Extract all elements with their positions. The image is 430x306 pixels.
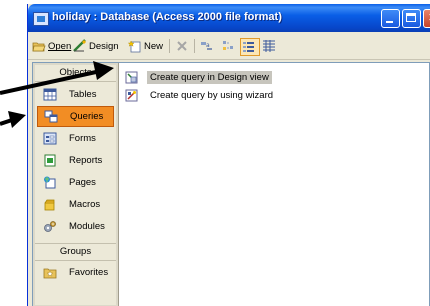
delete-icon — [177, 41, 187, 51]
nav-item-label: Pages — [69, 177, 96, 188]
open-button[interactable]: Open — [32, 38, 71, 54]
nav-item-tables[interactable]: Tables — [37, 84, 114, 105]
database-window: holiday : Database (Access 2000 file for… — [27, 4, 430, 306]
objects-bar-panel: Objects Tables Queries Forms Reports Pag… — [35, 65, 116, 305]
design-view-query-icon — [125, 71, 138, 83]
new-button[interactable]: New — [128, 38, 163, 54]
design-icon — [73, 39, 86, 52]
nav-item-label: Modules — [69, 221, 105, 232]
objects-header[interactable]: Objects — [35, 65, 116, 82]
arrow-to-queries — [0, 111, 26, 128]
page-icon — [44, 176, 56, 189]
maximize-icon — [406, 13, 416, 22]
design-button[interactable]: Design — [73, 38, 119, 54]
new-label: New — [144, 40, 164, 52]
nav-item-label: Forms — [69, 133, 96, 144]
macro-icon — [44, 199, 55, 211]
toolbar-separator — [194, 39, 195, 53]
small-icons-button[interactable] — [221, 38, 237, 54]
window-title: holiday : Database (Access 2000 file for… — [52, 11, 282, 23]
maximize-button[interactable] — [402, 9, 421, 28]
list-view-button[interactable] — [240, 38, 260, 56]
open-label: Open — [48, 40, 72, 52]
favorites-folder-icon — [43, 268, 57, 279]
new-object-icon — [128, 40, 141, 53]
large-icons-button[interactable]: a — [199, 38, 215, 54]
report-icon — [44, 154, 56, 167]
nav-item-macros[interactable]: Macros — [37, 194, 114, 215]
wizard-query-icon — [125, 89, 138, 101]
list-item[interactable]: Create query by using wizard — [125, 87, 276, 103]
nav-item-forms[interactable]: Forms — [37, 128, 114, 149]
nav-item-modules[interactable]: Modules — [37, 216, 114, 237]
nav-item-label: Tables — [69, 89, 97, 100]
minimize-button[interactable] — [381, 9, 400, 28]
nav-item-label: Reports — [69, 155, 103, 166]
details-view-icon — [263, 40, 275, 52]
group-item-favorites[interactable]: Favorites — [37, 262, 114, 283]
groups-header[interactable]: Groups — [35, 243, 116, 261]
group-item-label: Favorites — [69, 267, 109, 278]
open-folder-icon — [32, 42, 46, 52]
close-button[interactable]: ✕ — [423, 9, 430, 28]
query-icon — [44, 110, 58, 123]
database-window-icon[interactable] — [33, 12, 49, 26]
nav-item-pages[interactable]: Pages — [37, 172, 114, 193]
design-label: Design — [89, 40, 119, 52]
module-icon — [44, 221, 56, 232]
list-item-label: Create query in Design view — [147, 70, 272, 84]
title-bar[interactable]: holiday : Database (Access 2000 file for… — [28, 4, 430, 32]
list-view-icon — [243, 42, 254, 52]
list-item[interactable]: Create query in Design view — [125, 69, 272, 85]
nav-item-queries[interactable]: Queries — [37, 106, 114, 127]
toolbar-separator — [169, 39, 170, 53]
list-item-label: Create query by using wizard — [150, 89, 274, 101]
details-view-button[interactable] — [262, 38, 278, 54]
small-icons-icon — [223, 41, 233, 50]
nav-item-reports[interactable]: Reports — [37, 150, 114, 171]
form-icon — [43, 132, 57, 145]
objects-bar: Objects Tables Queries Forms Reports Pag… — [33, 63, 119, 306]
nav-item-label: Macros — [69, 199, 101, 210]
nav-item-label: Queries — [70, 111, 104, 122]
database-content-area: Objects Tables Queries Forms Reports Pag… — [32, 62, 430, 306]
table-icon — [43, 88, 57, 101]
large-icons-icon: a — [201, 42, 212, 50]
svg-text:a: a — [206, 42, 210, 49]
database-toolbar: Open Design New a — [28, 33, 430, 60]
minimize-icon — [386, 21, 393, 23]
delete-button[interactable] — [175, 38, 191, 54]
